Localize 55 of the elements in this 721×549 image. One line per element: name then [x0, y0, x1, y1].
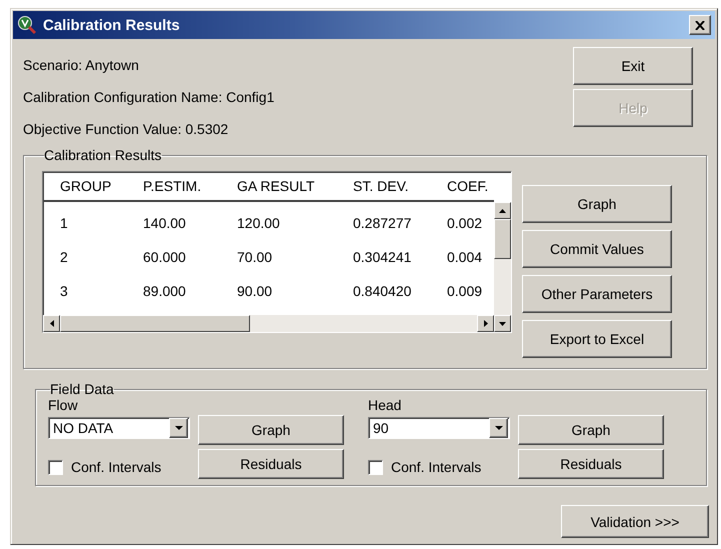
group-title: Field Data	[50, 381, 114, 397]
table-cell-text: 0.004	[447, 249, 484, 265]
graph-button[interactable]: Graph	[518, 415, 664, 445]
table-cell-text: 140.00	[143, 215, 187, 231]
other-parameters-button[interactable]: Other Parameters	[522, 275, 672, 313]
dropdown-arrow-icon	[494, 426, 502, 430]
table-cell-text: 90.00	[237, 283, 274, 299]
graph-button[interactable]: Graph	[198, 415, 344, 445]
right-arrow-icon	[484, 320, 488, 327]
info-text: Scenario: Anytown	[23, 57, 140, 73]
dropdown[interactable]: NO DATA	[48, 417, 190, 439]
exit-button[interactable]: Exit	[573, 47, 693, 85]
field-label: Head	[368, 397, 402, 413]
table-cell-text: 60.000	[143, 249, 187, 265]
horizontal-scrollbar[interactable]	[43, 315, 494, 332]
column-header: P.ESTIM.	[143, 178, 202, 194]
info-text: Calibration Configuration Name: Config1	[23, 89, 274, 105]
left-arrow-icon	[50, 320, 54, 327]
checkbox-label: Conf. Intervals	[391, 459, 482, 475]
table-cell-text: 0.287277	[353, 215, 412, 231]
window-title: Calibration Results	[43, 16, 181, 34]
checkbox[interactable]	[48, 460, 63, 474]
validation-button[interactable]: Validation >>>	[561, 505, 709, 538]
residuals-button[interactable]: Residuals	[518, 449, 664, 479]
field-label: Flow	[48, 397, 79, 413]
checkbox[interactable]	[368, 460, 383, 474]
close-icon	[695, 20, 705, 30]
dropdown-arrow-icon	[174, 426, 182, 430]
table-cell-text: 70.00	[237, 249, 274, 265]
checkbox-label: Conf. Intervals	[71, 459, 162, 475]
column-header: GA RESULT	[237, 178, 316, 194]
table-cell-text: 0.840420	[353, 283, 412, 299]
table-cell-text: 0.002	[447, 215, 484, 231]
table-cell-text: 2	[60, 249, 69, 265]
column-header: GROUP	[60, 178, 112, 194]
table-cell-text: 0.009	[447, 283, 484, 299]
table-cell-text: 3	[60, 283, 69, 299]
table-cell-text: 1	[60, 215, 69, 231]
export-button[interactable]: Export to Excel	[522, 320, 672, 358]
commit-values-button[interactable]: Commit Values	[522, 230, 672, 268]
info-text: Objective Function Value: 0.5302	[23, 121, 230, 137]
table-cell-text: 0.304241	[353, 249, 412, 265]
column-header: ST. DEV.	[353, 178, 410, 194]
graph-button[interactable]: Graph	[522, 185, 672, 223]
table-cell-text: 89.000	[143, 283, 187, 299]
dropdown[interactable]: 90	[368, 417, 510, 439]
down-arrow-icon	[499, 322, 506, 326]
table-cell-text: 120.00	[237, 215, 281, 231]
globe-magnifier-icon	[17, 15, 37, 35]
residuals-button[interactable]: Residuals	[198, 449, 344, 479]
up-arrow-icon	[499, 208, 506, 212]
group-title: Calibration Results	[44, 147, 162, 163]
vertical-scrollbar[interactable]	[494, 202, 511, 332]
column-header: COEF.	[447, 178, 490, 194]
close-button[interactable]	[689, 15, 711, 35]
